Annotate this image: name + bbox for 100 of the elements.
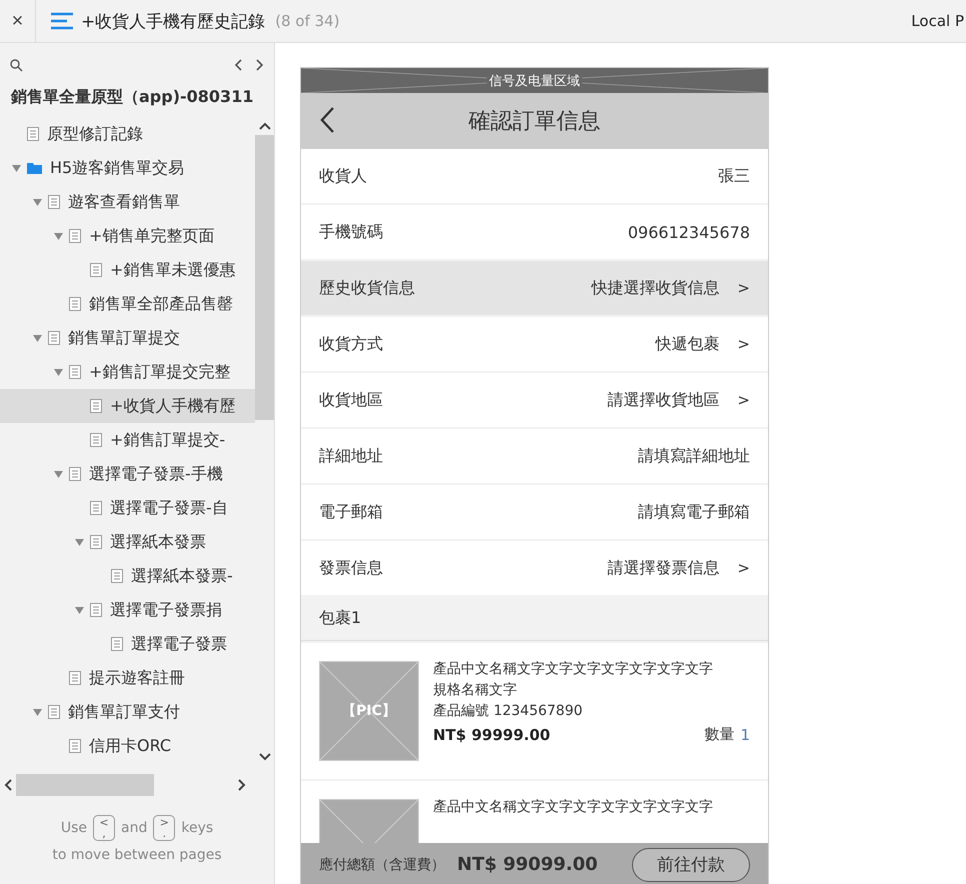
field-value: 請填寫詳細地址 — [638, 446, 750, 466]
page-icon — [48, 195, 60, 209]
field-value: 快捷選擇收貨信息 — [591, 278, 720, 298]
key-cap: > . — [153, 815, 176, 841]
expanded-triangle-icon[interactable] — [54, 470, 63, 478]
tree-item[interactable]: 選擇電子發票-手機 — [0, 457, 255, 491]
page-icon — [69, 467, 81, 481]
expanded-triangle-icon[interactable] — [54, 368, 63, 376]
status-bar-label: 信号及电量区域 — [487, 72, 582, 90]
key-cap: < , — [93, 815, 115, 841]
expanded-triangle-icon[interactable] — [75, 538, 84, 546]
scroll-up-icon[interactable] — [258, 122, 270, 130]
hint-text: Use — [60, 820, 87, 836]
field-label: 歷史收貨信息 — [319, 278, 415, 298]
quantity-label: 數量 — [704, 725, 734, 744]
nav-title: 確認訂單信息 — [468, 108, 600, 136]
page-icon — [69, 297, 81, 311]
tree-item[interactable]: +销售单完整页面 — [0, 219, 255, 253]
field-label: 收貨地區 — [319, 390, 383, 410]
tree-item[interactable]: 提示遊客註冊 — [0, 661, 255, 695]
page-icon — [48, 331, 60, 345]
field-label: 詳細地址 — [319, 446, 383, 466]
tree-item[interactable]: 選擇電子發票 — [0, 627, 255, 661]
page-icon — [111, 569, 123, 583]
chevron-icon: > — [737, 391, 750, 409]
expanded-triangle-icon[interactable] — [12, 164, 21, 172]
tree-item[interactable]: +銷售單未選優惠 — [0, 253, 255, 287]
tree-item[interactable]: +銷售訂單提交- — [0, 423, 255, 457]
page-icon — [111, 637, 123, 651]
tree-item[interactable]: 銷售單全部產品售罄 — [0, 287, 255, 321]
expanded-triangle-icon[interactable] — [54, 232, 63, 240]
scrollbar-thumb[interactable] — [255, 135, 274, 420]
previous-page-icon[interactable] — [234, 59, 242, 71]
tree-item[interactable]: 銷售單訂單支付 — [0, 695, 255, 729]
tree-item[interactable]: H5遊客銷售單交易 — [0, 151, 255, 185]
project-label: Local P — [911, 12, 964, 30]
hint-text: and — [121, 820, 148, 836]
page-icon — [90, 263, 102, 277]
tree-item[interactable]: 銷售單訂單提交 — [0, 321, 255, 355]
scroll-left-icon[interactable] — [4, 779, 12, 791]
quantity-value: 1 — [740, 726, 750, 744]
page-icon — [27, 127, 39, 141]
page-icon — [69, 671, 81, 685]
field-value: 請選擇收貨地區 — [607, 390, 720, 410]
tree-item[interactable]: 選擇紙本發票- — [0, 559, 255, 593]
page-icon — [90, 535, 102, 549]
scrollbar-thumb[interactable] — [16, 774, 154, 796]
tree-item[interactable]: +銷售訂單提交完整 — [0, 355, 255, 389]
field-label: 電子郵箱 — [319, 502, 383, 522]
menu-button[interactable] — [51, 11, 73, 31]
form-row[interactable]: 發票信息 請選擇發票信息 > — [301, 541, 768, 595]
page-title: +收貨人手機有歷史記錄 — [81, 10, 266, 32]
field-value: 請填寫電子郵箱 — [638, 502, 750, 522]
folder-icon — [27, 162, 42, 174]
expanded-triangle-icon[interactable] — [33, 708, 42, 716]
page-icon — [69, 229, 81, 243]
expanded-triangle-icon[interactable] — [33, 198, 42, 206]
search-icon[interactable] — [10, 58, 23, 72]
pay-button[interactable]: 前往付款 — [632, 848, 750, 882]
tree-item[interactable]: 信用卡ORC — [0, 729, 255, 763]
field-label: 收貨人 — [319, 166, 367, 186]
scroll-right-icon[interactable] — [238, 779, 246, 791]
expanded-triangle-icon[interactable] — [33, 334, 42, 342]
page-icon — [90, 603, 102, 617]
page-icon — [69, 739, 81, 753]
page-icon — [90, 433, 102, 447]
tree-item[interactable]: +收貨人手機有歷 — [0, 389, 255, 423]
product-spec: 規格名稱文字 — [433, 681, 518, 699]
total-amount: NT$ 99099.00 — [457, 854, 598, 875]
hint-text: to move between pages — [52, 847, 222, 863]
page-icon — [48, 705, 60, 719]
field-value: 096612345678 — [628, 222, 750, 242]
tree-item[interactable]: 選擇電子發票-自 — [0, 491, 255, 525]
tree-item[interactable]: 遊客查看銷售單 — [0, 185, 255, 219]
scroll-down-icon[interactable] — [258, 753, 270, 761]
page-count: (8 of 34) — [275, 12, 340, 30]
chevron-icon: > — [737, 559, 750, 577]
expanded-triangle-icon[interactable] — [75, 606, 84, 614]
hint-text: keys — [181, 820, 214, 836]
field-value: 快遞包裹 — [655, 334, 720, 354]
back-icon[interactable] — [319, 106, 335, 134]
form-row[interactable]: 收貨方式 快遞包裹 > — [301, 317, 768, 371]
package-title: 包裹1 — [319, 608, 362, 629]
field-value: 張三 — [718, 166, 750, 186]
form-row[interactable]: 歷史收貨信息 快捷選擇收貨信息 > — [301, 261, 768, 315]
next-page-icon[interactable] — [256, 59, 264, 71]
product-title: 產品中文名稱文字文字文字文字文字文字文字 — [433, 799, 714, 816]
total-label: 應付總額（含運費） — [319, 856, 445, 874]
page-icon — [90, 399, 102, 413]
image-label: 【PIC】 — [342, 702, 396, 720]
page-icon — [69, 365, 81, 379]
product-code: 產品編號 1234567890 — [433, 702, 584, 720]
page-icon — [90, 501, 102, 515]
tree-item[interactable]: 選擇紙本發票 — [0, 525, 255, 559]
close-button[interactable]: × — [0, 0, 36, 42]
tree-item[interactable]: 選擇電子發票捐 — [0, 593, 255, 627]
field-label: 手機號碼 — [319, 222, 383, 242]
tree-item[interactable]: 原型修訂記錄 — [0, 117, 255, 151]
form-row[interactable]: 收貨地區 請選擇收貨地區 > — [301, 373, 768, 427]
field-value: 請選擇發票信息 — [607, 558, 720, 578]
